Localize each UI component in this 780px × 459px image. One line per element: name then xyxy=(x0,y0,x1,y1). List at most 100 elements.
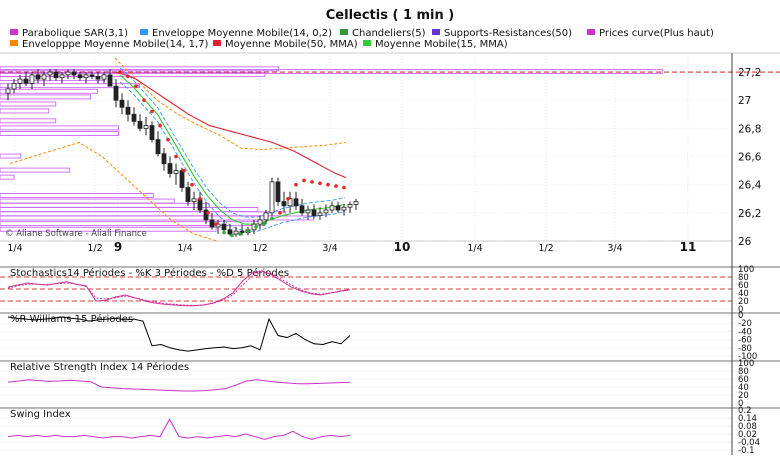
y-tick-label: -0.1 xyxy=(738,446,755,455)
x-tick-label: 1/2 xyxy=(87,243,102,254)
rsi-line xyxy=(7,379,351,392)
candle xyxy=(293,198,299,207)
y-tick-label: 27 xyxy=(738,95,751,107)
candle xyxy=(227,229,233,235)
x-tick-label: 1/4 xyxy=(467,243,482,254)
candle xyxy=(161,153,167,164)
candle xyxy=(155,139,161,155)
support-resistance-bar xyxy=(0,211,287,217)
candle xyxy=(275,181,281,202)
candle xyxy=(71,71,77,76)
legend-swatch xyxy=(340,29,348,35)
sar-dot xyxy=(230,233,234,238)
support-resistance-bar xyxy=(0,167,71,173)
legend-swatch xyxy=(10,40,18,46)
support-resistance-bar xyxy=(0,108,50,114)
sar-dot xyxy=(262,222,266,226)
candle xyxy=(311,209,317,217)
sar-dot xyxy=(318,181,322,186)
support-resistance-bar xyxy=(0,202,210,208)
price-panel: 27,2 27 26,8 26,6 26,4 26,2 26 xyxy=(0,53,780,248)
candle xyxy=(233,230,239,235)
support-resistance-bar xyxy=(0,198,175,204)
candle xyxy=(41,74,47,80)
x-tick-label: 10 xyxy=(394,240,411,254)
candle xyxy=(95,75,101,80)
chart-window: Cellectis ( 1 min ) Parabolique SAR(3,1)… xyxy=(0,0,780,456)
candle xyxy=(131,113,137,122)
candle xyxy=(143,125,149,129)
support-resistance-bar xyxy=(0,88,99,94)
watermark: © Aliane Software - Aliali Finance xyxy=(5,229,147,239)
x-tick-label: 1/4 xyxy=(177,243,192,254)
candle xyxy=(185,187,191,202)
legend-entry: Supports-Resistances(50) xyxy=(444,28,572,39)
rsi-title: Relative Strength Index 14 Périodes xyxy=(10,361,189,373)
swing-panel: 0.20.140.080.02-0.04-0.1Swing Index xyxy=(0,406,780,456)
legend: Parabolique SAR(3,1) Enveloppe Moyenne Mo… xyxy=(10,28,714,50)
candle xyxy=(257,219,263,225)
support-resistance-bar xyxy=(0,83,140,89)
sar-dot xyxy=(310,180,314,184)
williams-panel: 0-20-40-60-80-100%R Williams 15 Périodes xyxy=(0,311,780,362)
candle xyxy=(83,74,89,79)
legend-swatch xyxy=(587,29,595,35)
sar-dot xyxy=(118,70,122,74)
sar-dot xyxy=(182,168,186,173)
sar-dot xyxy=(166,137,170,142)
x-tick-label: 1/2 xyxy=(252,243,267,254)
candle xyxy=(305,209,311,214)
candle xyxy=(89,74,95,77)
sar-dot xyxy=(286,196,290,201)
y-tick-label: 26,2 xyxy=(738,208,761,220)
sar-dot xyxy=(126,74,130,79)
legend-swatch xyxy=(432,29,440,35)
candle xyxy=(299,205,305,214)
candle xyxy=(59,74,65,79)
sar-dot xyxy=(326,182,330,187)
x-tick-label: 3/4 xyxy=(322,243,337,254)
candle xyxy=(353,201,359,205)
candle xyxy=(23,78,29,84)
candle xyxy=(209,219,215,228)
candle xyxy=(53,71,59,79)
legend-swatch xyxy=(140,29,148,35)
sar-dot xyxy=(198,196,202,201)
y-tick-label: 26 xyxy=(738,236,752,248)
legend-entry: Enveloppe Moyenne Mobile(14, 0,2) xyxy=(152,28,332,39)
candle xyxy=(113,85,119,101)
legend-entry: Moyenne Mobile(15, MMA) xyxy=(375,39,508,50)
sar-dot xyxy=(174,154,178,159)
candle xyxy=(101,74,107,80)
candle xyxy=(11,82,17,90)
sar-dot xyxy=(150,109,154,114)
swing-line xyxy=(7,418,351,440)
candle xyxy=(65,71,71,76)
candle xyxy=(137,120,143,129)
candle xyxy=(77,74,83,79)
candle xyxy=(179,170,185,188)
candle xyxy=(329,205,335,211)
support-resistance-bar xyxy=(0,69,663,75)
sar-dot xyxy=(270,216,274,221)
candle xyxy=(149,125,155,141)
candle xyxy=(269,181,275,214)
support-resistance-bar xyxy=(0,118,57,124)
legend-entry: Prices curve(Plus haut) xyxy=(599,28,714,39)
sar-dot xyxy=(246,229,250,233)
support-resistance-bar xyxy=(0,131,119,136)
x-tick-label: 1/2 xyxy=(538,243,553,254)
stochastics-panel: 100806040200Stochastics14 Périodes - %K … xyxy=(0,265,780,315)
sar-dot xyxy=(238,232,242,236)
candle xyxy=(29,74,35,84)
candle xyxy=(173,170,179,174)
chart-title: Cellectis ( 1 min ) xyxy=(326,8,455,23)
candle xyxy=(323,209,329,214)
support-resistance-bar xyxy=(0,193,154,198)
sar-dot xyxy=(302,178,306,183)
candle xyxy=(47,71,53,76)
support-resistance-bar xyxy=(0,94,92,100)
support-resistance-bar xyxy=(0,125,119,131)
support-resistance-bar xyxy=(0,66,280,72)
legend-swatch xyxy=(10,29,18,35)
